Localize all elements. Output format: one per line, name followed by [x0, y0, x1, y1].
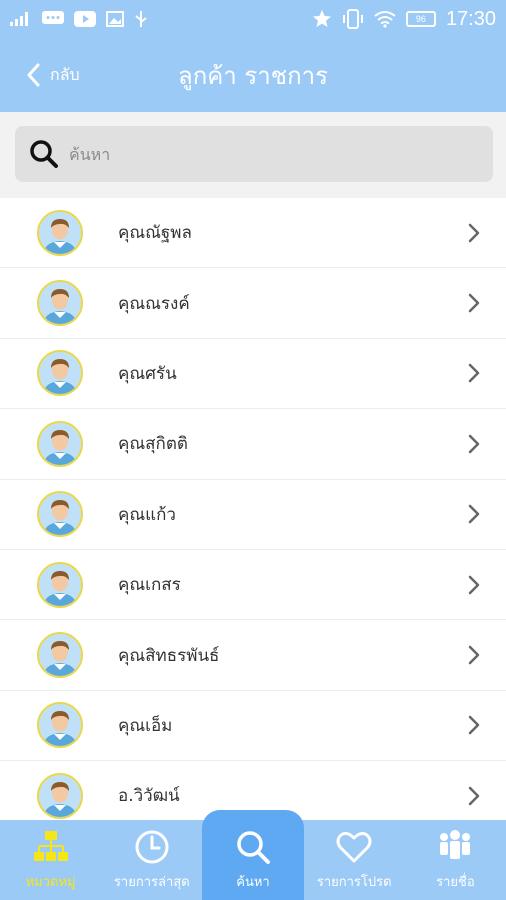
- avatar: [37, 209, 83, 256]
- header: ลูกค้า ราชการ กลับ: [0, 38, 506, 112]
- avatar: [37, 491, 83, 538]
- wifi-icon: [374, 11, 396, 28]
- list-item[interactable]: คุณเกสร: [0, 550, 506, 621]
- tab-category[interactable]: หมวดหมู่: [0, 820, 101, 900]
- customer-name: คุณศรัน: [118, 363, 177, 384]
- tab-label: ค้นหา: [236, 875, 270, 890]
- customer-name: คุณสุกิตติ: [118, 434, 188, 455]
- back-label: กลับ: [50, 64, 80, 84]
- customer-name: คุณณรงค์: [118, 293, 190, 314]
- bottom-tab-bar: หมวดหมู่ รายการล่าสุด ค้นหา รายการโปรด ร…: [0, 810, 506, 900]
- avatar: [37, 561, 83, 608]
- customer-name: อ.วิวัฒน์: [118, 786, 180, 807]
- list-item[interactable]: คุณแก้ว: [0, 480, 506, 550]
- search-icon: [30, 140, 58, 168]
- chevron-right-icon: [468, 434, 480, 454]
- list-item[interactable]: คุณศรัน: [0, 339, 506, 410]
- customer-name: คุณเกสร: [118, 575, 181, 596]
- clock-icon: [135, 830, 169, 864]
- chevron-right-icon: [468, 223, 480, 242]
- back-button[interactable]: กลับ: [26, 38, 80, 112]
- chevron-right-icon: [468, 293, 480, 313]
- battery-level: 96: [415, 14, 426, 24]
- customer-name: คุณสิทธรพันธ์: [118, 645, 220, 666]
- search-box[interactable]: [15, 126, 493, 182]
- list-item[interactable]: คุณเอ็ม: [0, 691, 506, 762]
- image-icon: [106, 11, 124, 27]
- category-icon: [33, 831, 68, 861]
- message-icon: [42, 11, 64, 24]
- status-left-icons: [10, 10, 148, 28]
- search-icon: [237, 831, 270, 864]
- chevron-right-icon: [468, 364, 480, 383]
- status-right-icons: 96 17:30: [312, 8, 496, 31]
- tab-search[interactable]: ค้นหา: [202, 810, 304, 900]
- customer-name: คุณเอ็ม: [118, 715, 173, 736]
- avatar: [37, 772, 83, 819]
- avatar: [37, 702, 83, 749]
- tab-label: หมวดหมู่: [25, 875, 76, 890]
- avatar: [37, 632, 83, 679]
- search-bar: [0, 112, 506, 198]
- signal-icon: [10, 12, 28, 26]
- battery-icon: 96: [405, 11, 436, 27]
- chevron-right-icon: [468, 645, 480, 665]
- people-icon: [440, 830, 471, 859]
- list-item[interactable]: คุณณรงค์: [0, 268, 506, 339]
- list-item[interactable]: คุณสุกิตติ: [0, 409, 506, 480]
- star-icon: [312, 10, 331, 27]
- chevron-right-icon: [468, 505, 480, 524]
- status-bar: 96 17:30: [0, 0, 506, 38]
- tab-label: รายการโปรด: [316, 875, 392, 890]
- tab-favorites[interactable]: รายการโปรด: [304, 820, 405, 900]
- avatar: [37, 350, 83, 397]
- chevron-right-icon: [468, 575, 480, 594]
- chevron-left-icon: [27, 63, 40, 87]
- tab-contacts[interactable]: รายชื่อ: [405, 820, 506, 900]
- customer-list: คุณณัฐพล คุณณรงค์ คุณศรัน คุณสุกิตติ คุณ…: [0, 198, 506, 820]
- tab-recent[interactable]: รายการล่าสุด: [101, 820, 202, 900]
- customer-name: คุณแก้ว: [118, 504, 176, 525]
- list-item[interactable]: คุณสิทธรพันธ์: [0, 620, 506, 691]
- chevron-right-icon: [468, 716, 480, 735]
- list-item[interactable]: คุณณัฐพล: [0, 198, 506, 269]
- tab-label: รายชื่อ: [436, 875, 475, 890]
- avatar: [37, 420, 83, 467]
- status-time: 17:30: [445, 7, 496, 30]
- youtube-icon: [74, 11, 96, 27]
- customer-name: คุณณัฐพล: [118, 223, 192, 244]
- vibrate-icon: [342, 9, 363, 29]
- chevron-right-icon: [468, 786, 480, 806]
- avatar: [37, 280, 83, 327]
- tab-label: รายการล่าสุด: [113, 875, 190, 890]
- search-input[interactable]: [69, 144, 449, 164]
- usb-icon: [135, 11, 147, 27]
- heart-icon: [336, 831, 372, 863]
